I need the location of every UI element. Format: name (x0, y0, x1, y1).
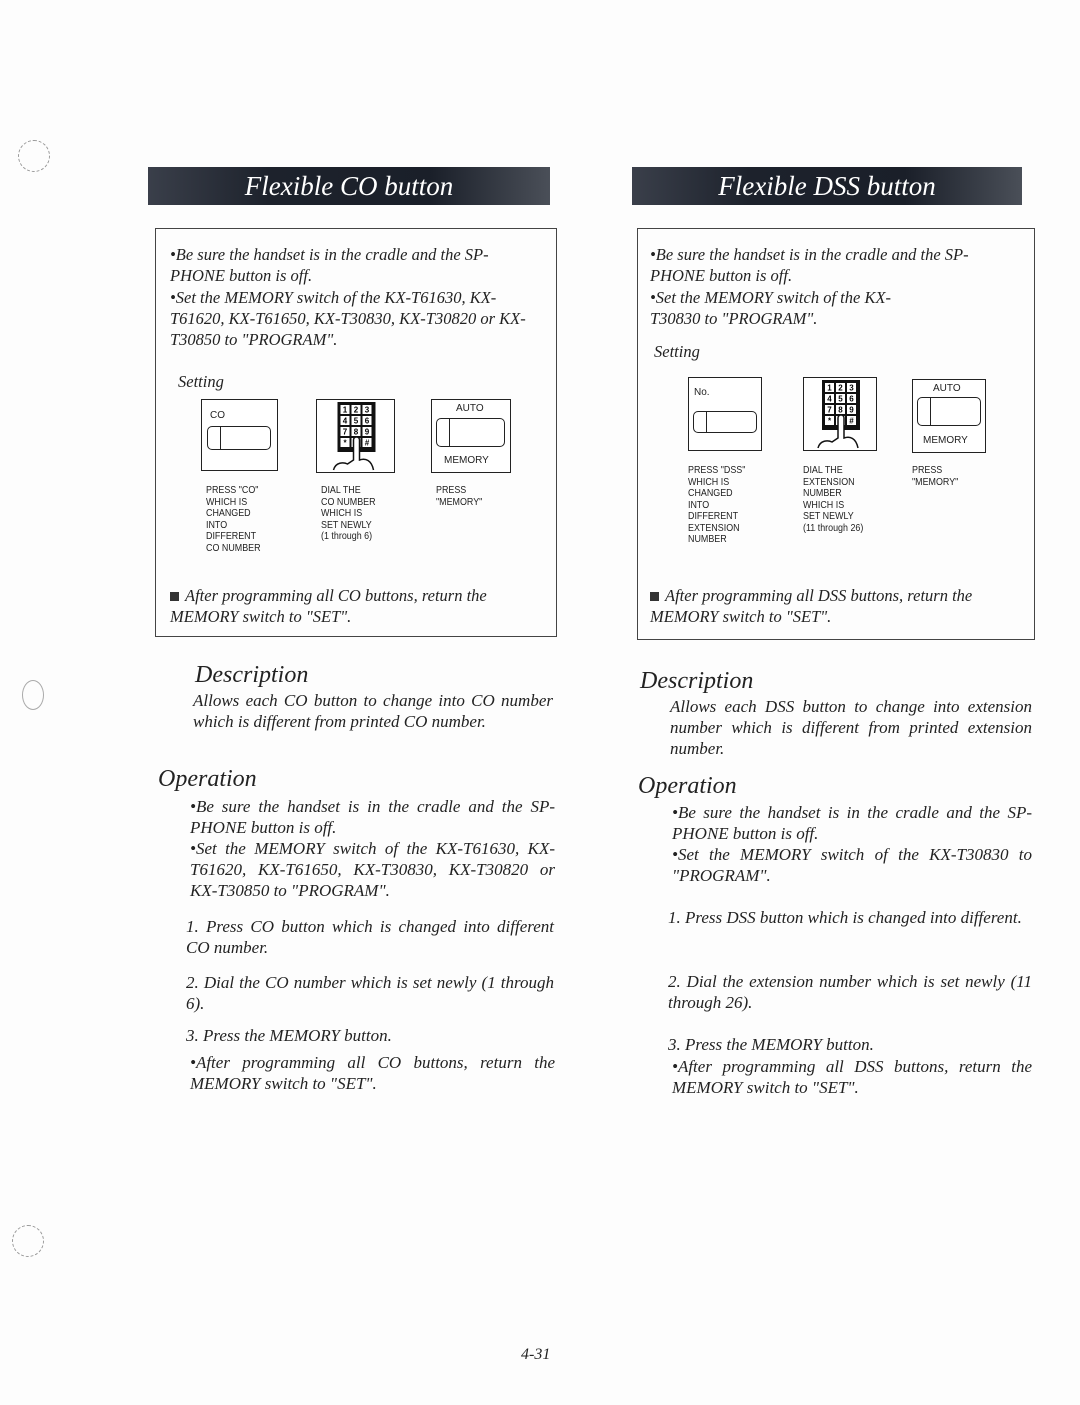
binder-hole-icon (12, 1225, 44, 1257)
left-description: Allows each CO button to change into CO … (193, 691, 553, 731)
keypad-key-label: 3 (849, 384, 854, 393)
left-step-1: 1. Press CO button which is changed into… (186, 917, 554, 957)
right-box-bullet-1: •Be sure the handset is in the cradle an… (650, 245, 969, 285)
right-banner: Flexible DSS button (632, 167, 1022, 205)
right-step-3: 3. Press the MEMORY button. (668, 1035, 874, 1054)
left-description-heading: Description (195, 662, 309, 688)
right-description-heading: Description (640, 668, 754, 694)
memory-label: MEMORY (923, 435, 968, 446)
caption-1: PRESS "CO" WHICH IS CHANGED INTO DIFFERE… (206, 484, 261, 554)
keypad-key-label: # (365, 439, 370, 448)
keypad-key-label: 5 (838, 395, 843, 404)
keypad-icon: 123456789*0# (332, 402, 376, 471)
keypad-key-label: 1 (827, 384, 832, 393)
binder-hole-icon (18, 140, 50, 172)
left-op-bullet-2: •Set the MEMORY switch of the KX-T61630,… (190, 839, 555, 900)
auto-label: AUTO (933, 383, 961, 394)
keypad-picture: 123456789*0# (316, 399, 395, 473)
right-box-bullet-2: •Set the MEMORY switch of the KX-T30830 … (650, 288, 892, 328)
co-label: CO (210, 410, 225, 421)
binder-hole-icon (22, 680, 44, 710)
keypad-key-label: 2 (838, 384, 843, 393)
co-button-picture: CO (201, 399, 278, 471)
left-operation-heading: Operation (158, 766, 257, 792)
memory-switch-picture: AUTO MEMORY (912, 379, 986, 453)
keypad-key-label: 1 (343, 406, 348, 415)
keypad-key-label: 6 (849, 395, 854, 404)
caption-1: PRESS "DSS" WHICH IS CHANGED INTO DIFFER… (688, 464, 746, 545)
keypad-key-label: 3 (365, 406, 370, 415)
right-after-text: After programming all DSS buttons, retur… (650, 586, 973, 626)
left-box-bullet-1: •Be sure the handset is in the cradle an… (170, 245, 489, 285)
right-instruction-box: •Be sure the handset is in the cradle an… (637, 228, 1035, 640)
keypad-key-label: 6 (365, 417, 370, 426)
right-step-1: 1. Press DSS button which is changed int… (668, 908, 1022, 927)
dss-button-picture: No. (688, 377, 762, 451)
right-op-bullet-1: •Be sure the handset is in the cradle an… (672, 803, 1032, 843)
right-operation-heading: Operation (638, 773, 737, 799)
left-step-3: 3. Press the MEMORY button. (186, 1026, 392, 1045)
keypad-icon: 123456789*0# (817, 380, 860, 449)
right-setting-label: Setting (654, 342, 700, 361)
keypad-key-label: 7 (343, 428, 348, 437)
keypad-key-label: # (849, 417, 854, 426)
left-banner: Flexible CO button (148, 167, 550, 205)
left-after-text: After programming all CO buttons, return… (170, 586, 487, 626)
memory-label: MEMORY (444, 455, 489, 466)
keypad-key-label: 8 (838, 406, 843, 415)
co-button-icon (207, 426, 271, 450)
keypad-key-label: 8 (354, 428, 359, 437)
left-box-bullet-2: •Set the MEMORY switch of the KX-T61630,… (170, 288, 526, 349)
right-op-bullet-2: •Set the MEMORY switch of the KX-T30830 … (672, 845, 1032, 885)
auto-label: AUTO (456, 403, 484, 414)
right-step-2: 2. Dial the extension number which is se… (668, 972, 1032, 1012)
left-setting-label: Setting (178, 372, 224, 391)
keypad-key-label: 7 (827, 406, 832, 415)
page-number: 4-31 (521, 1346, 551, 1363)
no-label: No. (694, 387, 710, 398)
square-bullet-icon (170, 592, 179, 601)
right-op-after: •After programming all DSS buttons, retu… (672, 1057, 1032, 1097)
caption-3: PRESS "MEMORY" (436, 484, 483, 508)
left-op-after: •After programming all CO buttons, retur… (190, 1053, 555, 1093)
keypad-key-label: 9 (849, 406, 854, 415)
keypad-picture: 123456789*0# (803, 377, 877, 451)
memory-switch-icon (917, 397, 981, 426)
left-after-note: After programming all CO buttons, return… (170, 585, 510, 627)
keypad-key-label: 9 (365, 428, 370, 437)
caption-2: DIAL THE EXTENSION NUMBER WHICH IS SET N… (803, 464, 864, 534)
memory-switch-icon (436, 418, 505, 447)
dss-button-icon (693, 411, 757, 433)
square-bullet-icon (650, 592, 659, 601)
right-description: Allows each DSS button to change into ex… (670, 697, 1032, 758)
left-step-2: 2. Dial the CO number which is set newly… (186, 973, 554, 1013)
left-op-bullet-1: •Be sure the handset is in the cradle an… (190, 797, 555, 837)
keypad-key-label: 4 (827, 395, 832, 404)
caption-2: DIAL THE CO NUMBER WHICH IS SET NEWLY (1… (321, 484, 376, 542)
keypad-key-label: 2 (354, 406, 359, 415)
keypad-key-label: 4 (343, 417, 348, 426)
keypad-key-label: 5 (354, 417, 359, 426)
caption-3: PRESS "MEMORY" (912, 464, 959, 488)
memory-switch-picture: AUTO MEMORY (431, 399, 511, 473)
manual-page: Flexible CO button •Be sure the handset … (0, 0, 1080, 1405)
left-instruction-box: •Be sure the handset is in the cradle an… (155, 228, 557, 637)
right-after-note: After programming all DSS buttons, retur… (650, 585, 1020, 627)
